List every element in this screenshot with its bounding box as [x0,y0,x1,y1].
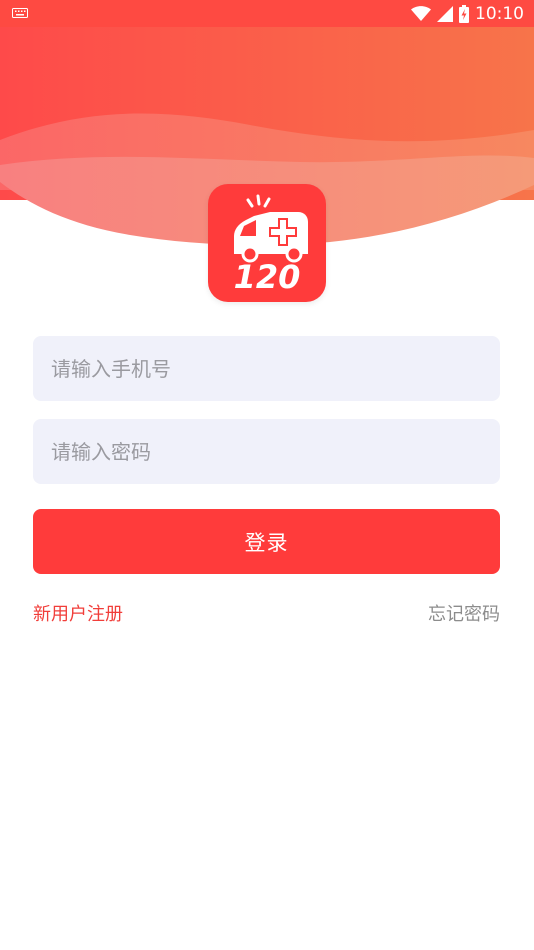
forgot-password-link[interactable]: 忘记密码 [428,600,500,626]
password-input[interactable] [33,419,500,484]
signal-icon [437,5,453,22]
battery-icon [459,4,469,23]
status-indicators: 10:10 [411,0,524,27]
register-link[interactable]: 新用户注册 [33,600,123,626]
logo-text: 120 [234,258,301,296]
status-bar: 10:10 [0,0,534,27]
keyboard-icon [12,8,28,18]
ambulance-icon: 120 [234,194,308,296]
app-logo: 120 [208,184,326,302]
login-button[interactable]: 登录 [33,509,500,574]
wifi-icon [411,5,431,21]
status-time: 10:10 [475,3,524,24]
phone-input[interactable] [33,336,500,401]
